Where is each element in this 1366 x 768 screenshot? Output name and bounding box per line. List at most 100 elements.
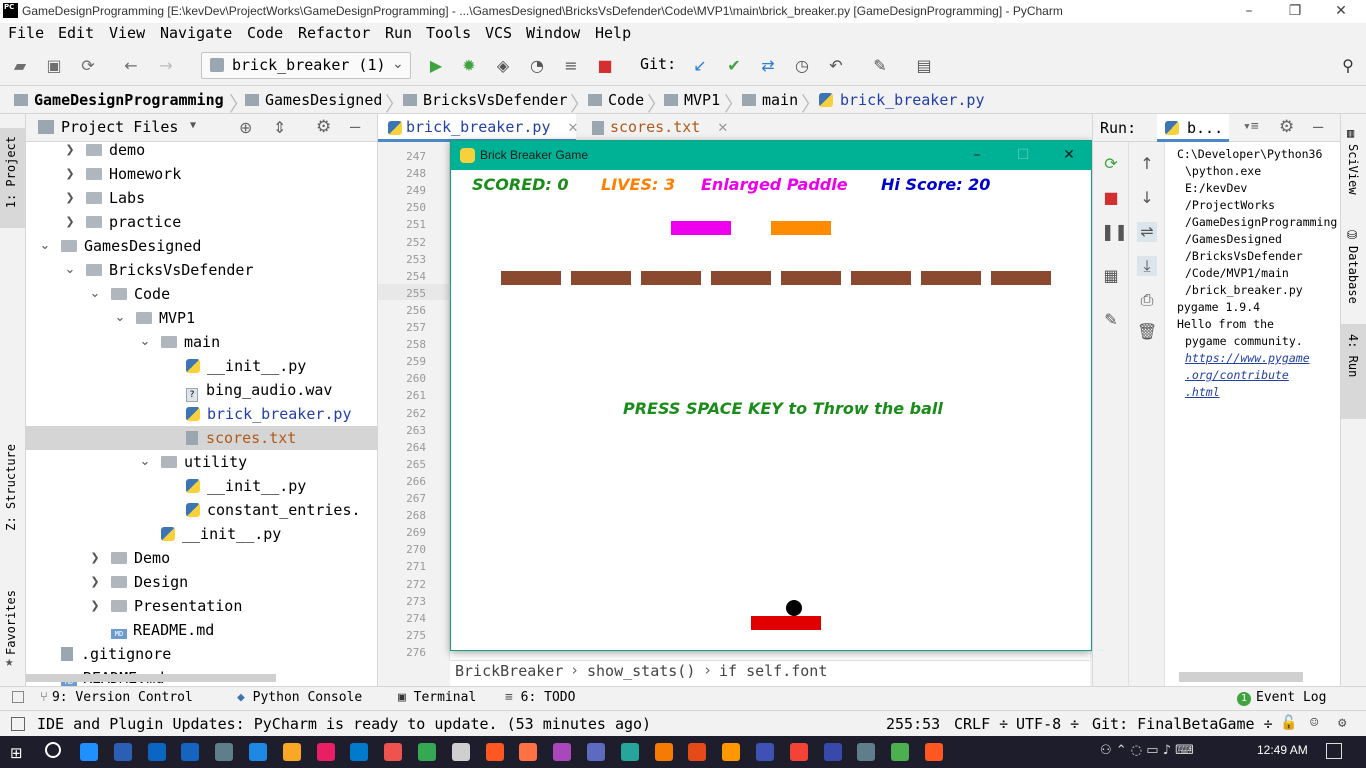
chevron-down-icon[interactable]: ⌄ [39,234,51,258]
print-icon[interactable]: ⎙ [1137,290,1157,310]
tool-tab-version-control[interactable]: ⑂ 9: Version Control [40,690,193,705]
tree-item[interactable]: ? bing_audio.wav [26,378,377,402]
tree-item[interactable]: ❯ demo [26,138,377,162]
bottom-panel-toggle-icon[interactable] [12,691,24,703]
project-structure-icon[interactable]: ▤ [914,56,934,76]
maximize-button[interactable]: ❐ [1272,0,1318,23]
menu-tools[interactable]: Tools [426,24,471,42]
chevron-down-icon[interactable]: ⌄ [64,258,76,282]
menu-vcs[interactable]: VCS [485,24,512,42]
game-minimize-button[interactable]: – [954,143,1000,168]
project-view-select[interactable]: Project Files [61,118,178,136]
up-arrow-icon[interactable]: ↑ [1137,154,1157,174]
tool-tab-structure[interactable]: Z: Structure [4,444,18,531]
save-icon[interactable]: ▣ [44,56,64,76]
chevron-right-icon[interactable]: ❯ [89,546,101,570]
taskbar-app-icon[interactable] [620,743,639,761]
taskbar-app-icon[interactable] [80,743,98,761]
down-arrow-icon[interactable]: ↓ [1137,188,1157,208]
pin-icon[interactable]: ✎ [1101,310,1121,330]
tree-item[interactable]: __init__.py [26,474,377,498]
rerun-icon[interactable]: ⟳ [1101,154,1121,174]
tree-item[interactable]: ⌄ main [26,330,377,354]
git-commit-icon[interactable]: ✔ [724,56,744,76]
close-tab-icon[interactable]: ✕ [568,121,579,136]
stop-icon[interactable]: ■ [595,56,615,76]
breadcrumb-file[interactable]: brick_breaker.py [819,91,985,109]
taskbar-app-icon[interactable] [147,743,166,761]
taskbar-clock[interactable]: 12:49 AM [1257,743,1308,757]
trash-icon[interactable]: 🗑 [1137,322,1157,342]
git-update-icon[interactable]: ↙ [690,56,710,76]
tree-item[interactable]: ⌄ MVP1 [26,306,377,330]
console-link[interactable]: https://www.pygame [1177,350,1341,367]
tree-item[interactable]: ⌄ GamesDesigned [26,234,377,258]
tool-tab-project[interactable]: 1: Project [4,136,18,208]
gear-icon[interactable]: ⚙ [1279,117,1294,137]
notifications-icon[interactable]: ⚙ [1338,715,1346,731]
tree-item[interactable]: MD README.md [26,618,377,642]
taskbar-app-icon[interactable] [384,743,403,761]
inspector-icon[interactable]: ☺ [1310,715,1318,731]
hide-panel-icon[interactable]: — [1313,117,1323,137]
taskbar-app-icon[interactable] [519,743,538,761]
tab-brick-breaker[interactable]: brick_breaker.py ✕ [378,114,579,142]
encoding-select[interactable]: UTF-8 ÷ [1016,715,1079,733]
run-icon[interactable]: ▶ [426,56,446,76]
run-configuration-select[interactable]: brick_breaker (1) ⌄ [201,52,411,79]
tree-item[interactable]: scores.txt [26,426,377,450]
chevron-right-icon[interactable]: ❯ [89,570,101,594]
revert-icon[interactable]: ↶ [826,56,846,76]
menu-help[interactable]: Help [595,24,631,42]
code-crumb-if[interactable]: if self.font [719,662,827,680]
breadcrumb-project[interactable]: GameDesignProgramming [14,91,224,109]
back-arrow-icon[interactable]: ← [121,56,141,76]
windows-start-icon[interactable]: ⊞ [10,744,23,762]
hide-panel-icon[interactable]: — [350,117,360,137]
chevron-down-icon[interactable]: ⌄ [114,306,126,330]
taskbar-app-icon[interactable] [485,743,504,761]
tab-scores[interactable]: scores.txt ✕ [582,114,728,142]
console-scrollbar[interactable] [1179,672,1303,682]
search-icon[interactable]: ⚲ [1338,56,1358,76]
debug-icon[interactable]: ✹ [459,56,479,76]
taskbar-app-icon[interactable] [553,743,572,761]
chevron-right-icon[interactable]: ❯ [64,138,76,162]
tool-tab-todo[interactable]: ≡ 6: TODO [505,690,575,705]
console-link[interactable]: .org/contribute [1177,367,1341,384]
taskbar-app-icon[interactable] [418,743,436,761]
taskbar-app-icon[interactable] [654,743,673,761]
taskbar-app-icon[interactable] [789,743,808,761]
tree-item[interactable]: constant_entries. [26,498,377,522]
tree-item[interactable]: ❯ practice [26,210,377,234]
taskbar-app-icon[interactable] [181,743,200,761]
chevron-down-icon[interactable]: ⌄ [139,450,151,474]
chevron-right-icon[interactable]: ❯ [64,162,76,186]
horizontal-scrollbar[interactable] [26,674,276,682]
tree-item[interactable]: ❯ Presentation [26,594,377,618]
tool-tab-favorites[interactable]: Favorites [4,590,18,655]
layout-icon[interactable]: ▦ [1101,266,1121,286]
chevron-right-icon[interactable]: ❯ [64,186,76,210]
taskbar-app-icon[interactable] [722,743,741,761]
concurrency-icon[interactable]: ≡ [561,56,581,76]
chevron-down-icon[interactable]: ⌄ [139,330,151,354]
taskbar-app-icon[interactable] [249,743,267,761]
tool-tab-sciview[interactable]: SciView [1346,144,1360,195]
console-link[interactable]: .html [1177,384,1341,401]
menu-run[interactable]: Run [385,24,412,42]
profile-icon[interactable]: ◔ [527,56,547,76]
breadcrumb-main[interactable]: main [742,91,798,109]
chevron-down-icon[interactable]: ⌄ [89,282,101,306]
game-window[interactable]: Brick Breaker Game – ☐ ✕ SCORED: 0 LIVES… [450,140,1092,651]
taskbar-app-icon[interactable] [587,743,605,761]
collapse-all-icon[interactable]: ⇕ [273,118,286,137]
settings-wrench-icon[interactable]: ✎ [870,56,890,76]
breadcrumb-gamesdesigned[interactable]: GamesDesigned [245,91,382,109]
tree-item[interactable]: .gitignore [26,642,377,666]
caret-position[interactable]: 255:53 [886,715,940,733]
menu-view[interactable]: View [109,24,145,42]
taskbar-app-icon[interactable] [891,743,910,761]
tree-item[interactable]: brick_breaker.py [26,402,377,426]
menu-refactor[interactable]: Refactor [298,24,370,42]
